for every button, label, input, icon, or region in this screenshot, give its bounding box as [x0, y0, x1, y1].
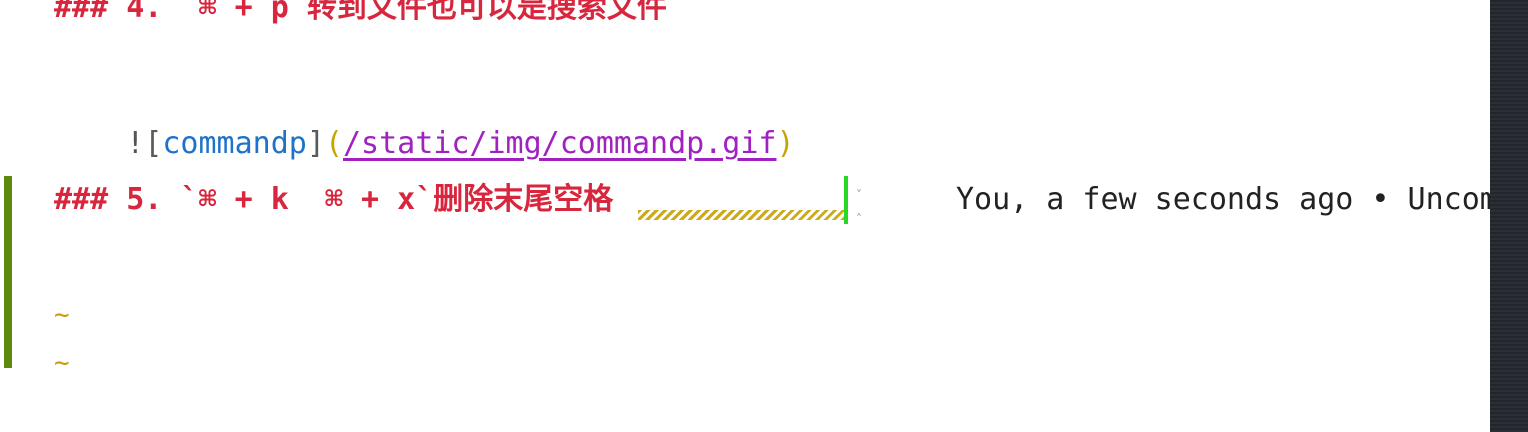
image-open-paren: ( — [324, 126, 343, 161]
trailing-whitespace-squiggle — [638, 210, 844, 220]
image-open-bracket: [ — [144, 126, 163, 161]
inline-git-blame: You, a few seconds ago • Uncom — [956, 182, 1490, 217]
editor-pane[interactable]: ### 4. ⌘ + p 转到文件也可以是搜索文件 ![commandp](/s… — [0, 0, 1490, 432]
image-close-paren: ) — [776, 126, 795, 161]
markdown-heading-4[interactable]: ### 4. ⌘ + p 转到文件也可以是搜索文件 — [54, 0, 667, 28]
image-close-bracket: ] — [306, 126, 325, 161]
empty-line-tilde: ~ — [54, 300, 70, 330]
image-bang: ! — [126, 126, 145, 161]
minimap-scrollbar[interactable] — [1490, 0, 1528, 432]
image-alt-text: commandp — [162, 126, 307, 161]
image-url-link[interactable]: /static/img/commandp.gif — [343, 126, 776, 161]
markdown-heading-5[interactable]: ### 5. `⌘ + k ⌘ + x`删除末尾空格 — [54, 180, 613, 220]
text-cursor — [844, 176, 848, 224]
fold-chevron-up-icon[interactable]: ˄ — [856, 212, 862, 226]
fold-chevron-down-icon[interactable]: ˅ — [856, 188, 862, 202]
empty-line-tilde: ~ — [54, 348, 70, 378]
git-modified-gutter-indicator[interactable] — [4, 176, 12, 368]
